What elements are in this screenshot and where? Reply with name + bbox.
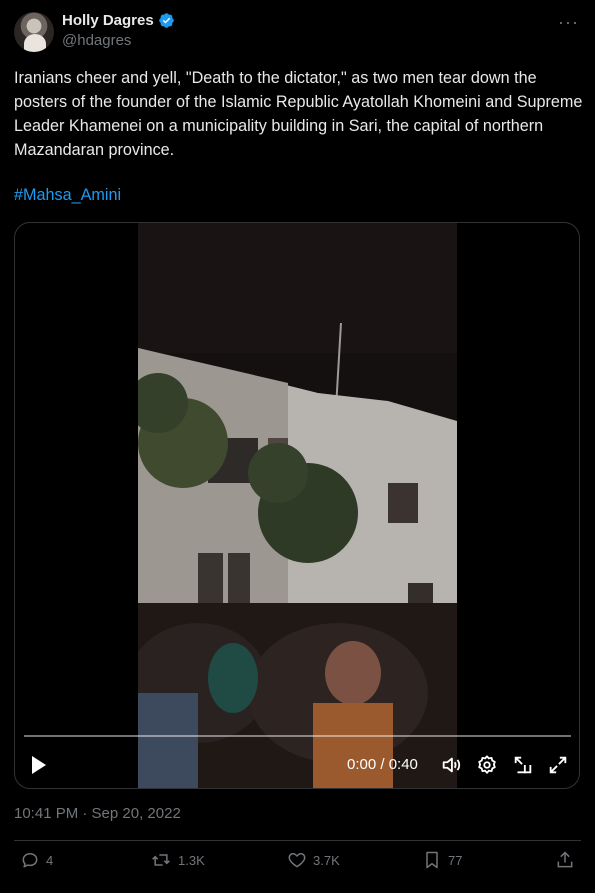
repost-button[interactable]: 1.3K (150, 850, 205, 870)
tweet-actions: 4 1.3K 3.7K 77 (14, 850, 581, 880)
settings-button[interactable] (476, 754, 498, 781)
video-controls: 0:00 / 0:40 (15, 749, 579, 781)
like-count: 3.7K (313, 852, 340, 868)
video-frame (138, 223, 457, 788)
repost-count: 1.3K (178, 852, 205, 868)
video-time-display: 0:00 / 0:40 (347, 756, 418, 773)
hashtag-link[interactable]: #Mahsa_Amini (14, 186, 121, 205)
author-names: Holly Dagres @hdagres (62, 12, 175, 49)
video-progress-bar[interactable] (24, 735, 571, 737)
ellipsis-icon: ··· (558, 12, 579, 32)
play-icon (32, 756, 46, 774)
reply-icon (22, 853, 38, 868)
author-display-name[interactable]: Holly Dagres (62, 12, 154, 29)
heart-icon (288, 853, 306, 868)
bookmark-count: 77 (448, 852, 463, 868)
gear-icon (478, 755, 496, 774)
docking-icon (514, 756, 532, 774)
tweet-timestamp[interactable]: 10:41 PM · Sep 20, 2022 (14, 805, 181, 822)
repost-icon (152, 854, 170, 866)
expand-icon (549, 756, 567, 774)
volume-button[interactable] (440, 754, 462, 781)
bookmark-button[interactable]: 77 (422, 850, 462, 870)
author-handle[interactable]: @hdagres (62, 32, 175, 49)
tweet-header: Holly Dagres @hdagres ··· (14, 12, 581, 54)
fullscreen-button[interactable] (547, 754, 569, 781)
reply-button[interactable]: 4 (20, 850, 53, 870)
bookmark-icon (426, 851, 438, 869)
picture-in-picture-button[interactable] (512, 754, 534, 781)
reply-count: 4 (46, 852, 54, 868)
video-player[interactable]: 0:00 / 0:40 (14, 222, 580, 789)
share-button[interactable] (555, 850, 575, 870)
actions-divider (14, 840, 581, 841)
author-avatar[interactable] (14, 12, 54, 52)
like-button[interactable]: 3.7K (287, 850, 340, 870)
display-name-row: Holly Dagres (62, 12, 175, 29)
share-icon (557, 851, 573, 868)
play-button[interactable] (29, 754, 49, 781)
more-options-button[interactable]: ··· (558, 12, 579, 33)
volume-icon (442, 757, 461, 773)
tweet-text: Iranians cheer and yell, "Death to the d… (14, 69, 583, 159)
verified-badge-icon (158, 13, 174, 28)
